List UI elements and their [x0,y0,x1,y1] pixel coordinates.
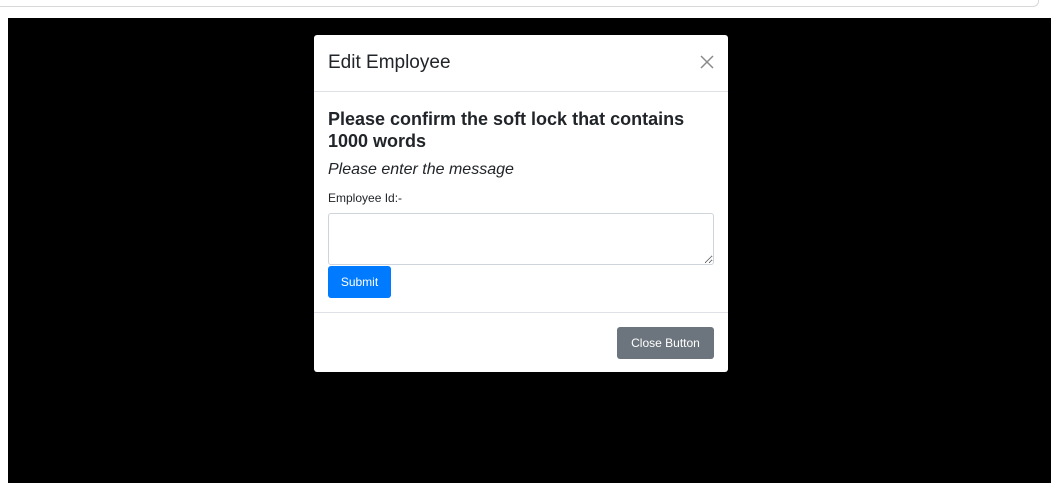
employee-id-label: Employee Id:- [328,191,403,205]
browser-top-strip [0,0,1051,18]
modal-footer: Close Button [314,312,728,372]
close-icon[interactable] [696,51,718,73]
enter-message-subheading: Please enter the message [328,161,514,178]
edit-employee-modal: Edit Employee Please confirm the soft lo… [314,35,728,372]
modal-header: Edit Employee [314,35,728,92]
message-textarea[interactable] [328,213,714,265]
address-bar-edge [0,0,1039,7]
modal-body: Please confirm the soft lock that contai… [314,92,728,312]
close-icon-glyph [700,55,714,69]
close-button[interactable]: Close Button [617,327,714,359]
submit-button[interactable]: Submit [328,266,391,298]
confirm-heading: Please confirm the soft lock that contai… [328,109,685,151]
modal-title: Edit Employee [328,52,451,73]
